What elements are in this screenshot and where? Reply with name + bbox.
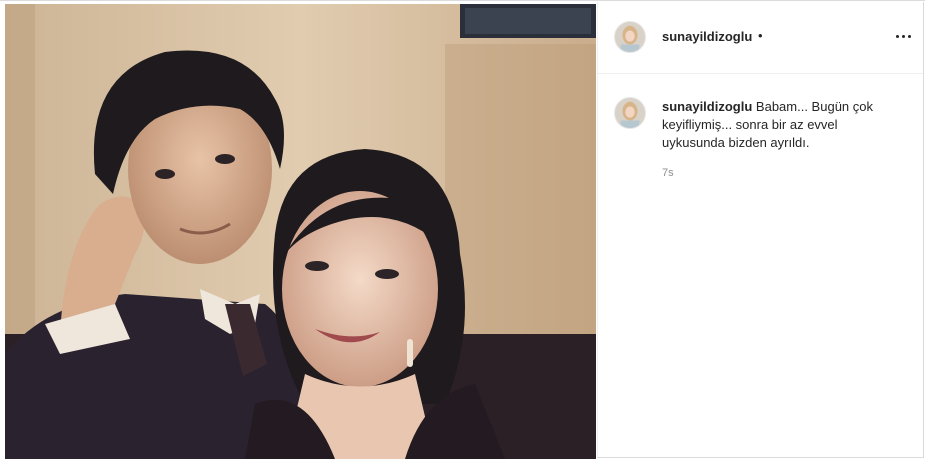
post-header: sunayildizoglu •: [598, 2, 923, 74]
more-horizontal-icon: [895, 34, 911, 38]
avatar[interactable]: [614, 97, 646, 129]
post-modal: sunayildizoglu • sunayildizoglu Babam...: [0, 0, 925, 459]
comment-username[interactable]: sunayildizoglu: [662, 99, 752, 114]
separator-dot: •: [758, 28, 763, 43]
more-options-button[interactable]: [891, 24, 915, 48]
comment-text: sunayildizoglu Babam... Bugün çok keyifl…: [662, 98, 902, 152]
comment-timestamp[interactable]: 7s: [662, 167, 674, 179]
post-photo[interactable]: [5, 4, 596, 459]
post-side-panel: sunayildizoglu • sunayildizoglu Babam...: [597, 2, 924, 458]
post-username[interactable]: sunayildizoglu: [662, 29, 752, 44]
avatar[interactable]: [614, 21, 646, 53]
